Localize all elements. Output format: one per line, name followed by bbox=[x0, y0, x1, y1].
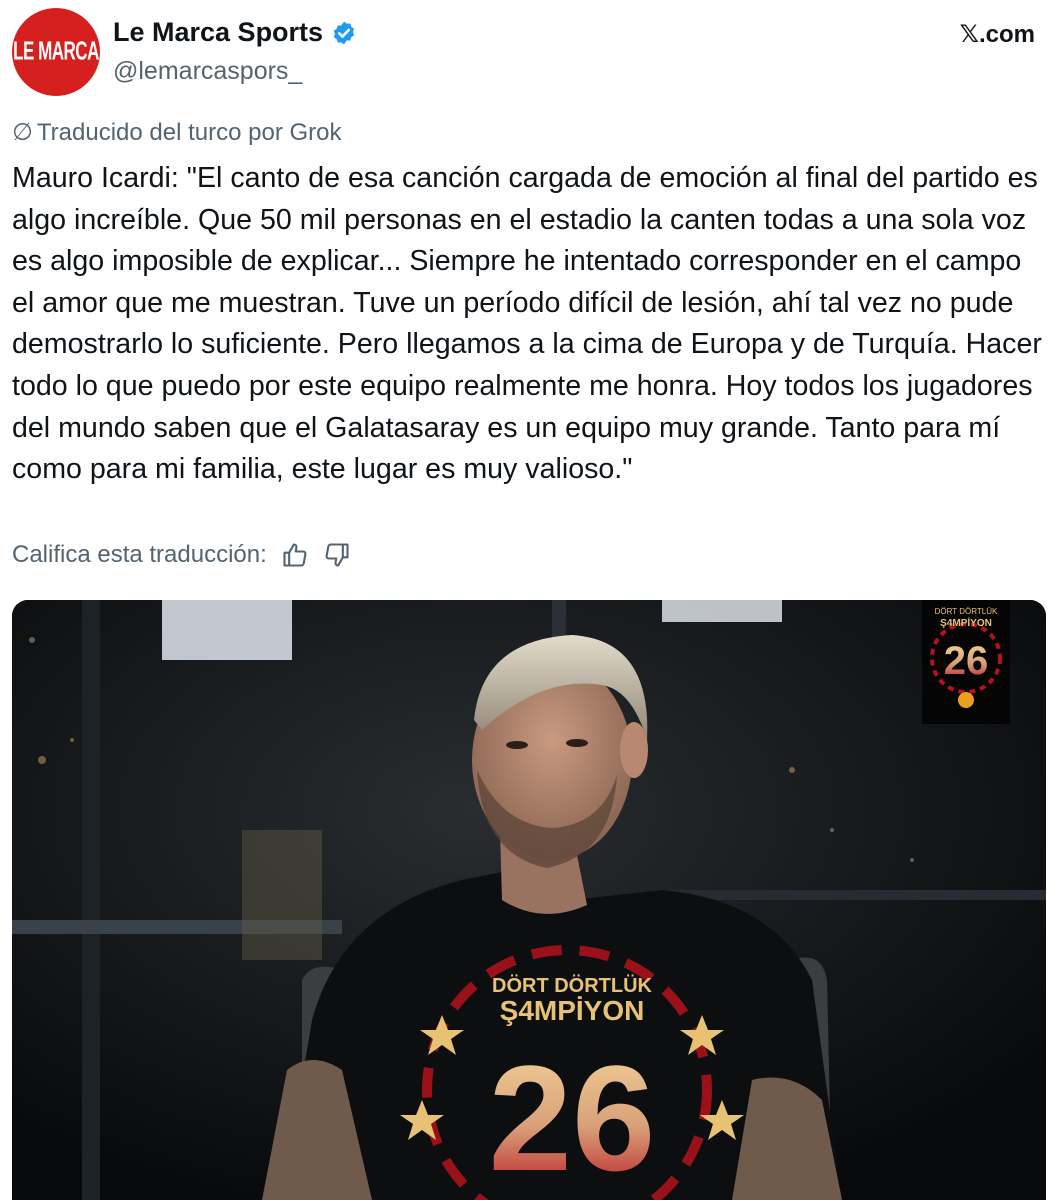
thumbs-up-icon[interactable] bbox=[281, 541, 309, 569]
avatar[interactable]: LE MARCA bbox=[12, 8, 100, 96]
translation-notice: ∅ Traducido del turco por Grok bbox=[12, 118, 342, 147]
tweet-media-image[interactable]: DÖRT DÖRTLÜK Ş4MPİYON 26 DÖRT DÖRTLÜK Ş4… bbox=[12, 600, 1046, 1200]
display-name[interactable]: Le Marca Sports bbox=[113, 17, 323, 48]
channel-badge: DÖRT DÖRTLÜK Ş4MPİYON 26 bbox=[922, 600, 1010, 724]
shirt-line1: DÖRT DÖRTLÜK bbox=[492, 974, 653, 997]
badge-line2: Ş4MPİYON bbox=[940, 616, 992, 629]
shirt-number: 26 bbox=[489, 1034, 656, 1200]
verified-badge-icon bbox=[331, 20, 357, 46]
rate-translation-row: Califica esta traducción: bbox=[12, 541, 351, 569]
author-handle[interactable]: @lemarcaspors_ bbox=[113, 57, 302, 86]
grok-icon: ∅ bbox=[12, 119, 33, 146]
avatar-logo-text: LE MARCA bbox=[13, 37, 99, 66]
badge-line1: DÖRT DÖRTLÜK bbox=[935, 607, 998, 616]
site-label: 𝕏.com bbox=[959, 21, 1035, 48]
interview-photo: DÖRT DÖRTLÜK Ş4MPİYON 26 DÖRT DÖRTLÜK Ş4… bbox=[12, 600, 1046, 1200]
translation-notice-text: Traducido del turco por Grok bbox=[36, 118, 342, 146]
thumbs-down-icon[interactable] bbox=[323, 541, 351, 569]
tweet-text: Mauro Icardi: "El canto de esa canción c… bbox=[12, 162, 1042, 486]
shirt-line2: Ş4MPİYON bbox=[500, 995, 645, 1026]
badge-number: 26 bbox=[944, 639, 989, 683]
rate-translation-label: Califica esta traducción: bbox=[12, 541, 267, 568]
author-name-row: Le Marca Sports bbox=[113, 17, 357, 48]
